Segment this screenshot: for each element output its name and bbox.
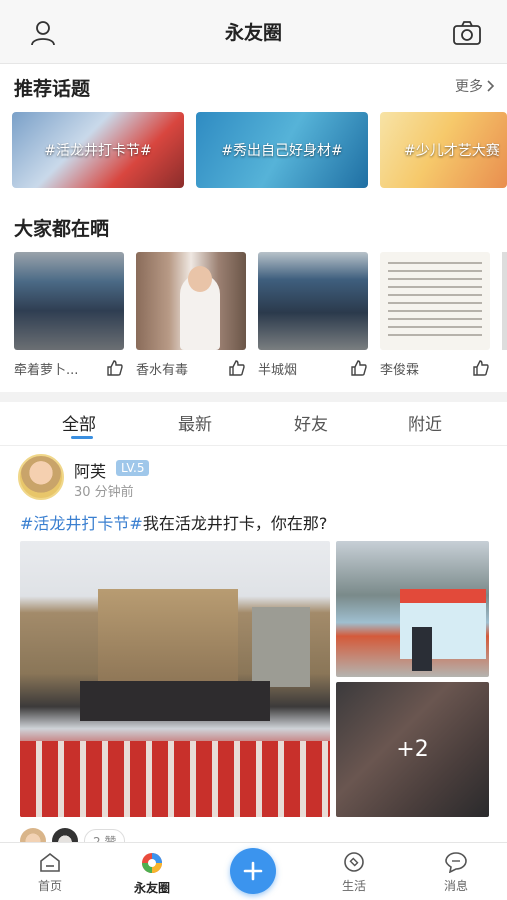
- nav-label: 首页: [37, 879, 62, 893]
- plus-icon: [243, 861, 263, 881]
- tab-friends[interactable]: 好友: [294, 410, 328, 435]
- share-image: [258, 252, 368, 350]
- post-author[interactable]: 阿芙: [74, 458, 106, 482]
- home-icon: [40, 852, 60, 872]
- thumbs-up-icon[interactable]: [350, 359, 368, 377]
- shares-heading: 大家都在晒: [14, 218, 110, 240]
- share-card-peek: [502, 252, 507, 350]
- tab-latest[interactable]: 最新: [178, 410, 212, 435]
- feed-tabs: 全部 最新 好友 附近: [0, 402, 507, 446]
- active-tab-indicator: [71, 436, 93, 439]
- more-label: 更多: [455, 79, 483, 95]
- post-photo-main[interactable]: [20, 541, 330, 817]
- topics-heading: 推荐话题: [14, 78, 91, 100]
- share-image: [380, 252, 490, 350]
- post-text: #活龙井打卡节#我在活龙井打卡，你在那?: [20, 510, 327, 534]
- topic-card-1[interactable]: #活龙井打卡节#: [12, 112, 184, 188]
- topic-label: #秀出自己好身材#: [221, 143, 343, 159]
- thumbs-up-icon[interactable]: [106, 359, 124, 377]
- nav-life[interactable]: 生活: [324, 851, 384, 894]
- post-body: 我在活龙井打卡，你在那?: [142, 514, 328, 533]
- nav-circle[interactable]: 永友圈: [122, 851, 182, 896]
- user-icon[interactable]: [28, 18, 58, 48]
- post-photo-3[interactable]: +2: [336, 682, 489, 817]
- share-author: 香水有毒: [136, 362, 189, 378]
- share-image: [136, 252, 246, 350]
- share-card-4[interactable]: 李俊霖: [380, 252, 490, 378]
- thumbs-up-icon[interactable]: [228, 359, 246, 377]
- share-image: [14, 252, 124, 350]
- level-badge: LV.5: [116, 460, 150, 476]
- share-author: 牵着萝卜...: [14, 362, 79, 378]
- tab-nearby[interactable]: 附近: [408, 410, 442, 435]
- thumbs-up-icon[interactable]: [472, 359, 490, 377]
- share-card-2[interactable]: 香水有毒: [136, 252, 246, 378]
- topic-label: #活龙井打卡节#: [44, 143, 152, 159]
- camera-icon[interactable]: [451, 18, 483, 48]
- share-card-1[interactable]: 牵着萝卜...: [14, 252, 124, 378]
- add-post-button[interactable]: [230, 848, 276, 894]
- nav-home[interactable]: 首页: [20, 851, 80, 894]
- post-hashtag[interactable]: #活龙井打卡节#: [20, 514, 143, 533]
- nav-messages[interactable]: 消息: [426, 851, 486, 894]
- nav-label: 消息: [443, 879, 468, 893]
- chevron-right-icon: [487, 80, 495, 92]
- share-author: 半城烟: [258, 362, 298, 378]
- top-bar: 永友圈: [0, 0, 507, 64]
- post-photo-2[interactable]: [336, 541, 489, 677]
- topic-card-3[interactable]: #少儿才艺大赛: [380, 112, 507, 188]
- section-divider: [0, 392, 507, 402]
- nav-label: 生活: [341, 879, 366, 893]
- tab-all[interactable]: 全部: [62, 410, 96, 435]
- topic-card-2[interactable]: #秀出自己好身材#: [196, 112, 368, 188]
- nav-label: 永友圈: [133, 881, 170, 895]
- page-title: 永友圈: [224, 22, 282, 44]
- share-author: 李俊霖: [380, 362, 420, 378]
- topic-label: #少儿才艺大赛: [404, 143, 500, 159]
- life-icon: [344, 852, 364, 872]
- avatar[interactable]: [18, 454, 64, 500]
- message-icon: [445, 852, 467, 873]
- more-photos-count: +2: [396, 737, 429, 762]
- circle-logo-icon: [142, 853, 162, 873]
- post-time: 30 分钟前: [74, 485, 134, 500]
- more-topics-link[interactable]: 更多: [455, 76, 495, 96]
- share-card-3[interactable]: 半城烟: [258, 252, 368, 378]
